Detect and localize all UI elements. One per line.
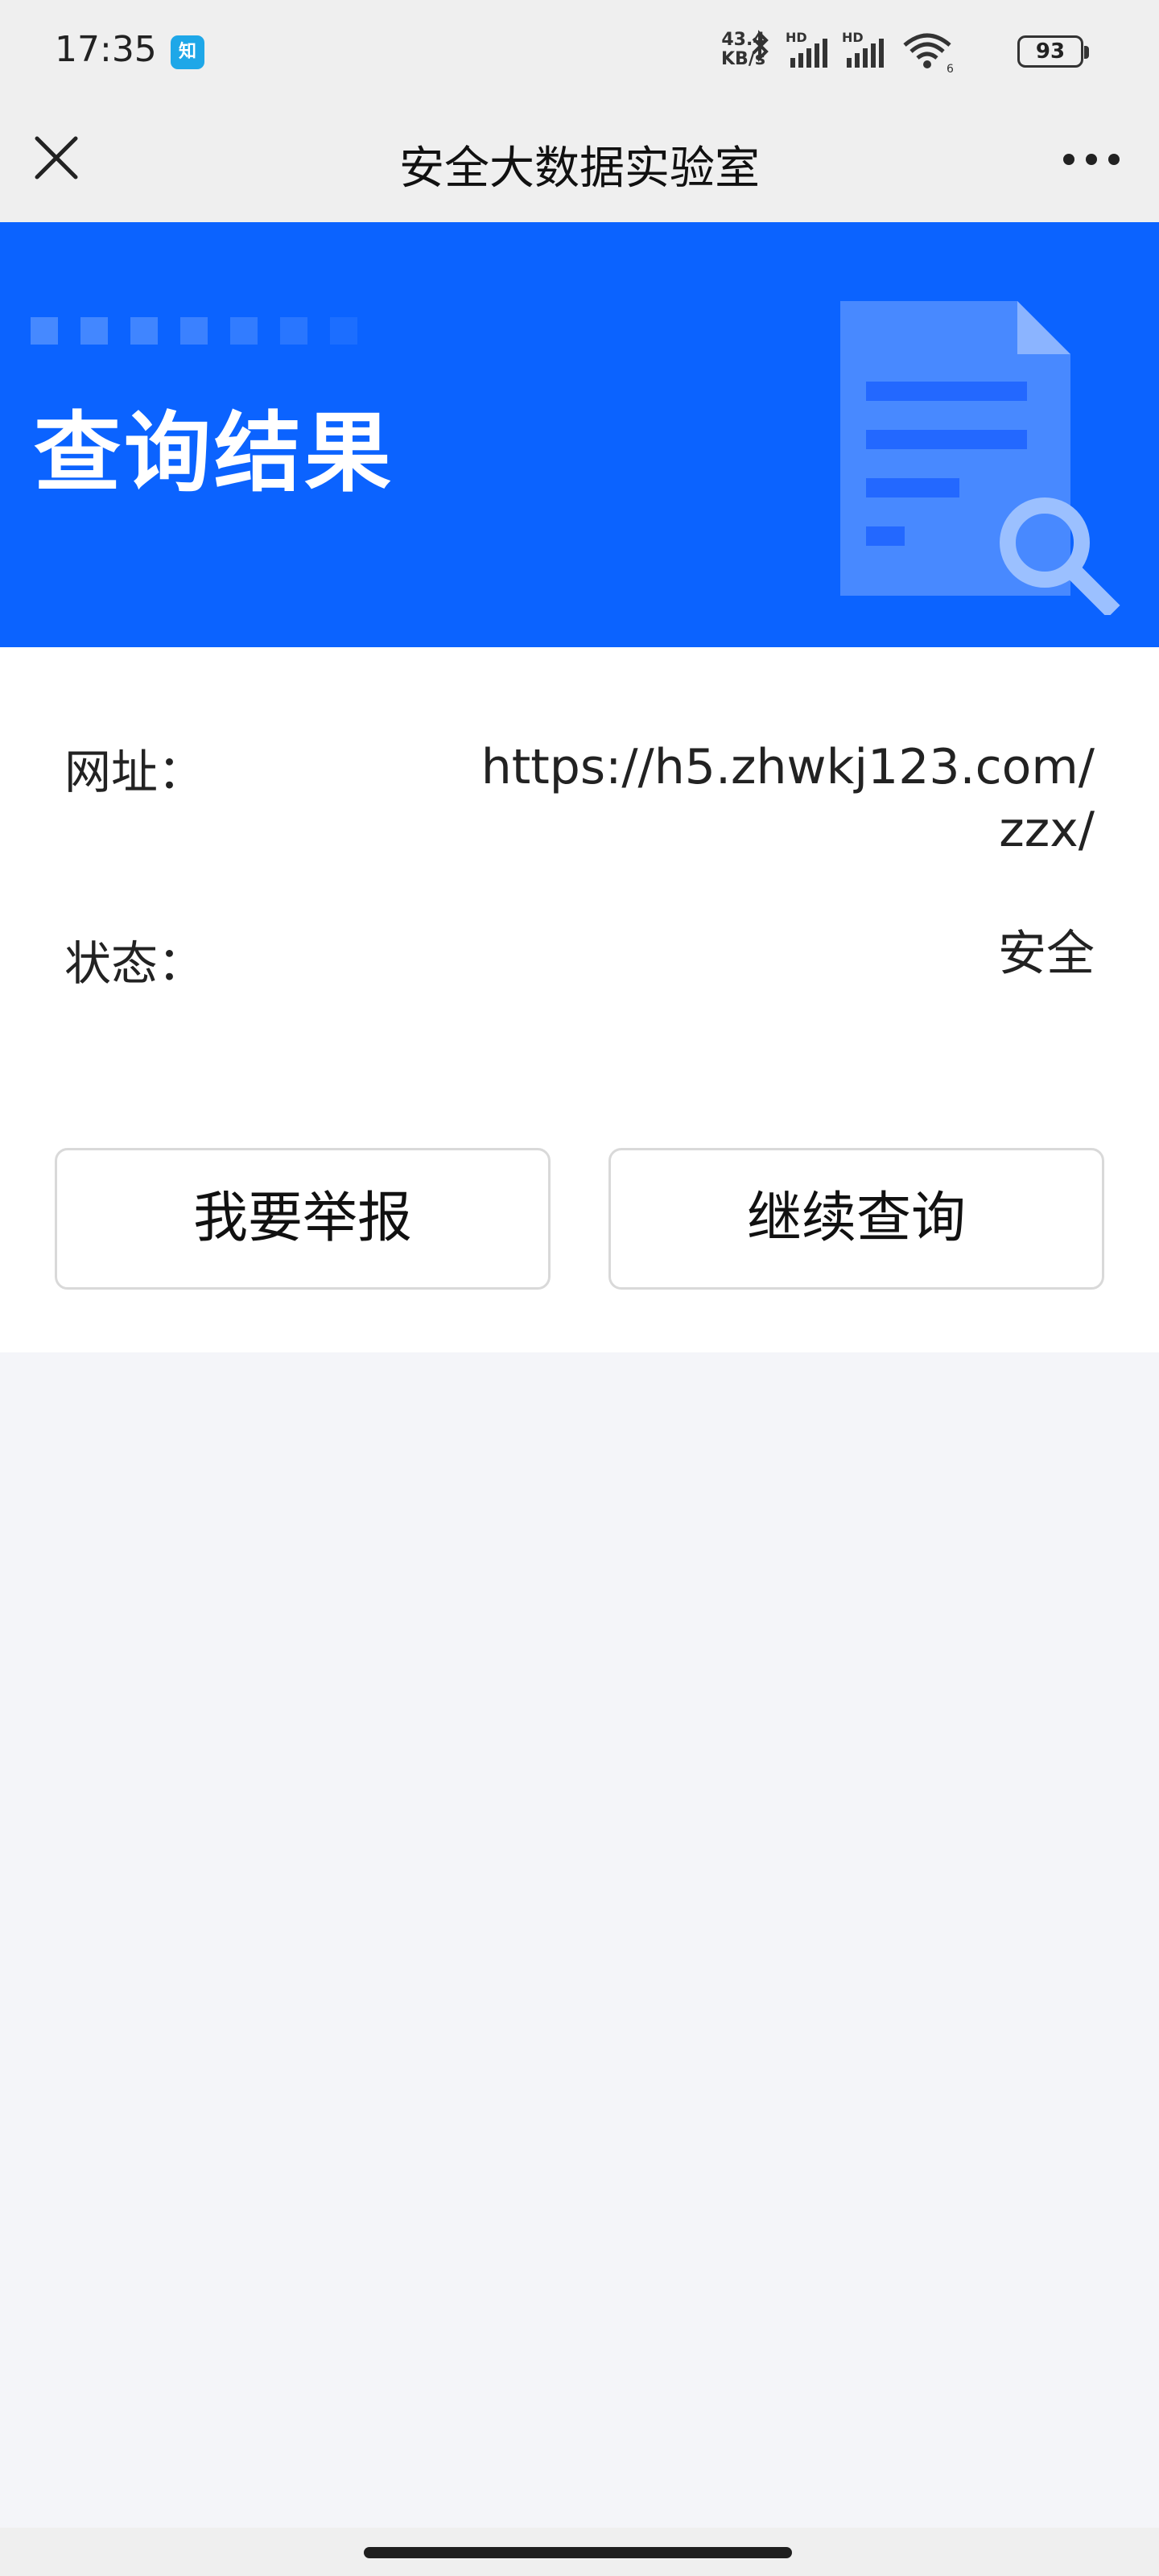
query-result-panel: 网址： https://h5.zhwkj123.com/ zzx/ 状态： 安全… — [0, 647, 1159, 1352]
report-button[interactable]: 我要举报 — [55, 1148, 551, 1290]
url-label: 网址： — [64, 745, 205, 799]
banner-title: 查询结果 — [34, 403, 395, 504]
svg-text:HD: HD — [786, 30, 807, 45]
more-icon[interactable] — [1053, 130, 1130, 188]
url-value-line-1: https://h5.zhwkj123.com/ — [481, 739, 1095, 795]
status-label: 状态： — [64, 936, 205, 991]
signal-icon: HD — [786, 30, 827, 68]
result-banner: 查询结果 — [0, 222, 1159, 647]
home-indicator[interactable] — [364, 2547, 792, 2558]
wifi-icon: 6 — [903, 33, 954, 76]
signal-icon: HD — [842, 30, 884, 68]
page-title: 安全大数据实验室 — [399, 142, 760, 195]
document-search-icon — [840, 301, 1120, 615]
svg-text:HD: HD — [842, 30, 864, 45]
app-badge-icon: 知 — [171, 35, 204, 69]
navigation-bar: 安全大数据实验室 — [0, 103, 1159, 222]
status-bar: 17:35 知 43.4 KB/s HD HD 6 93 — [0, 0, 1159, 103]
continue-query-button[interactable]: 继续查询 — [608, 1148, 1104, 1290]
url-value-line-2: zzx/ — [999, 802, 1095, 858]
battery-icon: 93 — [1017, 35, 1089, 68]
status-time: 17:35 — [55, 29, 157, 70]
status-value: 安全 — [998, 926, 1095, 982]
url-value: https://h5.zhwkj123.com/ zzx/ — [481, 736, 1095, 861]
bluetooth-icon — [752, 30, 769, 62]
svg-text:6: 6 — [947, 63, 954, 76]
